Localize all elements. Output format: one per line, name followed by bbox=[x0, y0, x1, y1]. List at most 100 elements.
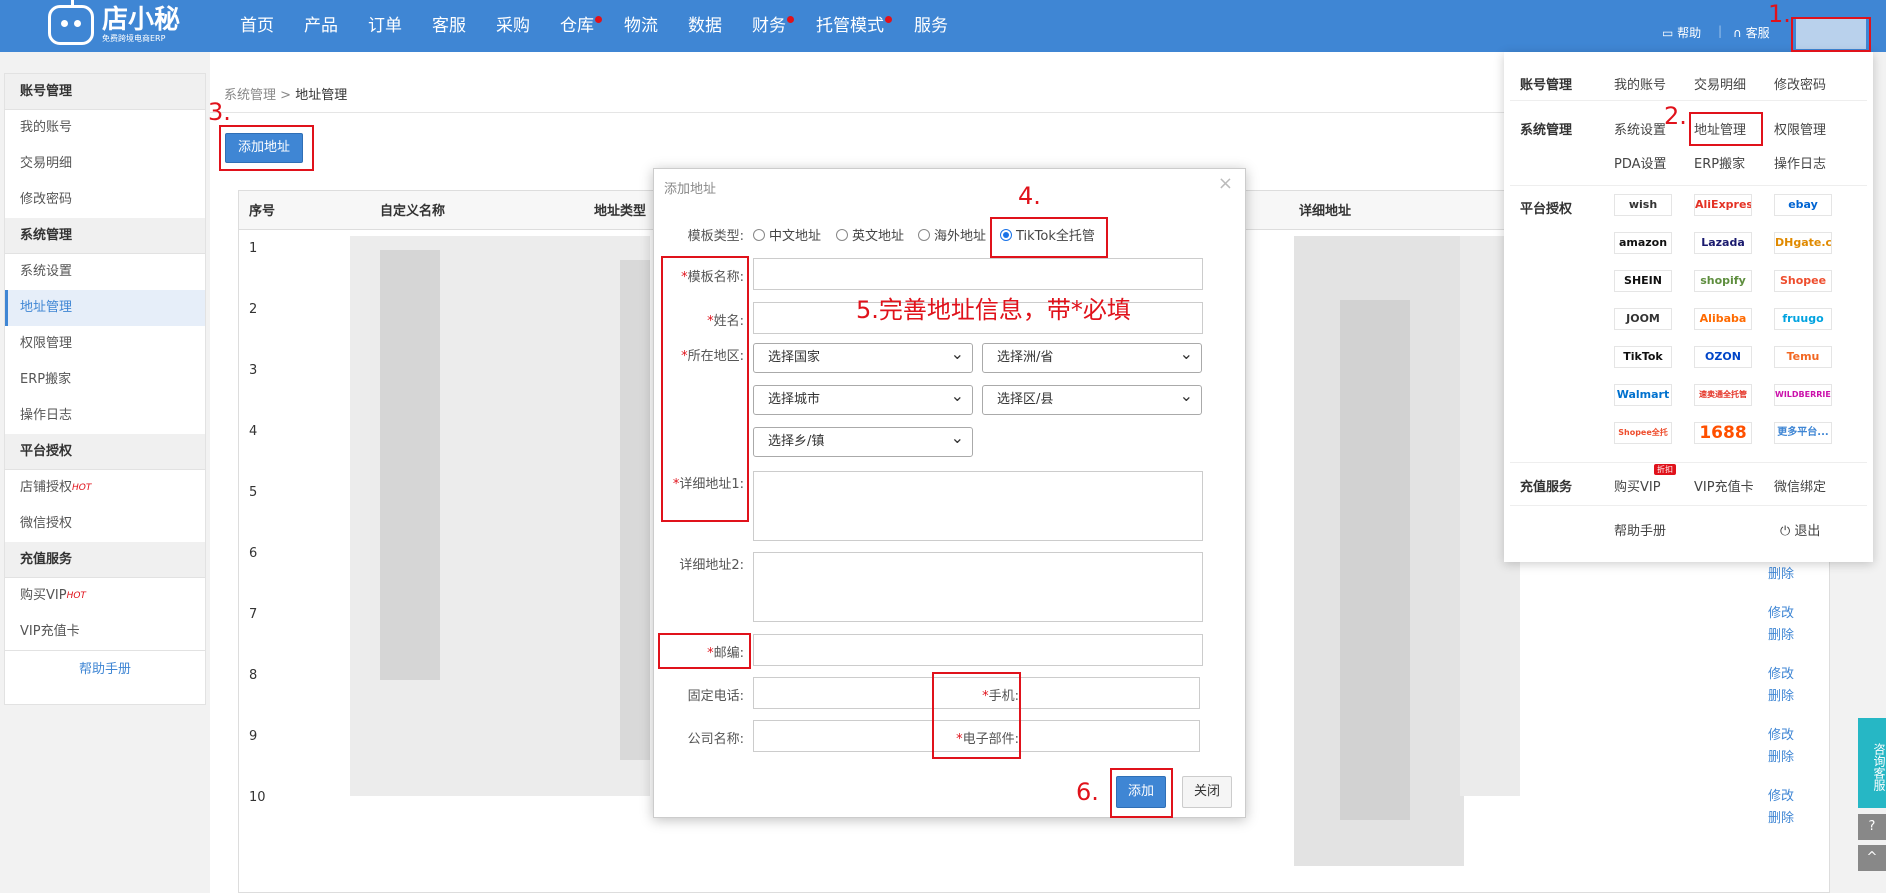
radio-english[interactable]: 英文地址 bbox=[836, 225, 904, 244]
sidebar-item-password[interactable]: 修改密码 bbox=[5, 182, 205, 218]
sidebar-item-wechat-auth[interactable]: 微信授权 bbox=[5, 506, 205, 542]
more-platforms[interactable]: 更多平台... bbox=[1774, 422, 1832, 444]
menu-vip-card[interactable]: VIP充值卡 bbox=[1694, 476, 1754, 495]
platform-shopee-managed[interactable]: Shopee全托管 bbox=[1614, 422, 1672, 444]
sidebar-item-erp-move[interactable]: ERP搬家 bbox=[5, 362, 205, 398]
platform-walmart[interactable]: Walmart bbox=[1614, 384, 1672, 406]
menu-wechat-bind[interactable]: 微信绑定 bbox=[1774, 476, 1826, 495]
sidebar-help-link[interactable]: 帮助手册 bbox=[5, 650, 205, 688]
help-icon[interactable]: ? bbox=[1858, 814, 1886, 840]
district-select[interactable]: 选择区/县 bbox=[982, 382, 1202, 415]
menu-pda[interactable]: PDA设置 bbox=[1614, 153, 1667, 172]
platform-amazon[interactable]: amazon bbox=[1614, 232, 1672, 254]
city-select[interactable]: 选择城市 bbox=[753, 382, 973, 415]
close-icon[interactable]: × bbox=[1218, 173, 1233, 194]
nav-warehouse[interactable]: 仓库 bbox=[560, 0, 602, 52]
menu-system-settings[interactable]: 系统设置 bbox=[1614, 119, 1666, 138]
platform-shopify[interactable]: shopify bbox=[1694, 270, 1752, 292]
zip-input[interactable] bbox=[753, 634, 1203, 666]
platform-aliexpress[interactable]: AliExpress bbox=[1694, 194, 1752, 216]
platform-joom[interactable]: JOOM bbox=[1614, 308, 1672, 330]
help-link[interactable]: ▭ 帮助 bbox=[1662, 24, 1701, 41]
nav-finance[interactable]: 财务 bbox=[752, 0, 794, 52]
radio-overseas[interactable]: 海外地址 bbox=[918, 225, 986, 244]
town-select[interactable]: 选择乡/镇 bbox=[753, 424, 973, 457]
menu-logs[interactable]: 操作日志 bbox=[1774, 153, 1826, 172]
platform-shopee[interactable]: Shopee bbox=[1774, 270, 1832, 292]
province-select[interactable]: 选择洲/省 bbox=[982, 340, 1202, 373]
nav-services[interactable]: 服务 bbox=[914, 0, 948, 52]
sidebar-item-system-settings[interactable]: 系统设置 bbox=[5, 254, 205, 290]
nav-customer-service[interactable]: 客服 bbox=[432, 0, 466, 52]
country-select[interactable]: 选择国家 bbox=[753, 340, 973, 373]
edit-link[interactable]: 修改 bbox=[1768, 786, 1794, 808]
nav-purchase[interactable]: 采购 bbox=[496, 0, 530, 52]
nav-managed-mode[interactable]: 托管模式 bbox=[816, 0, 892, 52]
delete-link[interactable]: 删除 bbox=[1768, 564, 1794, 586]
delete-link[interactable]: 删除 bbox=[1768, 625, 1794, 647]
annotation-box-3 bbox=[219, 125, 314, 171]
platform-wish[interactable]: wish bbox=[1614, 194, 1672, 216]
sidebar-item-my-account[interactable]: 我的账号 bbox=[5, 110, 205, 146]
platform-ebay[interactable]: ebay bbox=[1774, 194, 1832, 216]
sidebar-item-logs[interactable]: 操作日志 bbox=[5, 398, 205, 434]
close-button[interactable]: 关闭 bbox=[1182, 776, 1232, 808]
platform-alibaba[interactable]: Alibaba bbox=[1694, 308, 1752, 330]
edit-link[interactable]: 修改 bbox=[1768, 725, 1794, 747]
sidebar-item-address[interactable]: 地址管理 bbox=[5, 290, 205, 326]
sidebar-item-transactions[interactable]: 交易明细 bbox=[5, 146, 205, 182]
platform-fruugo[interactable]: fruugo bbox=[1774, 308, 1832, 330]
menu-password[interactable]: 修改密码 bbox=[1774, 74, 1826, 93]
service-link[interactable]: ∩ 客服 bbox=[1733, 24, 1770, 41]
platform-wildberries[interactable]: WILDBERRIES bbox=[1774, 384, 1832, 406]
sidebar-item-vip-card[interactable]: VIP充值卡 bbox=[5, 614, 205, 650]
sidebar-item-store-auth[interactable]: 店铺授权HOT bbox=[5, 470, 205, 506]
edit-link[interactable]: 修改 bbox=[1768, 603, 1794, 625]
nav-data[interactable]: 数据 bbox=[688, 0, 722, 52]
robot-icon bbox=[48, 0, 94, 45]
addr2-textarea[interactable] bbox=[753, 552, 1203, 622]
radio-icon bbox=[753, 228, 765, 241]
platform-ozon[interactable]: OZON bbox=[1694, 346, 1752, 368]
delete-link[interactable]: 删除 bbox=[1768, 808, 1794, 830]
platform-shein[interactable]: SHEIN bbox=[1614, 270, 1672, 292]
platform-aliexpress-managed[interactable]: 速卖通全托管 bbox=[1694, 384, 1752, 406]
menu-transactions[interactable]: 交易明细 bbox=[1694, 74, 1746, 93]
notification-dot bbox=[885, 16, 892, 23]
menu-erp-move[interactable]: ERP搬家 bbox=[1694, 153, 1745, 172]
sidebar-item-permissions[interactable]: 权限管理 bbox=[5, 326, 205, 362]
nav-logistics[interactable]: 物流 bbox=[624, 0, 658, 52]
blurred-content bbox=[380, 250, 440, 680]
platform-lazada[interactable]: Lazada bbox=[1694, 232, 1752, 254]
nav-home[interactable]: 首页 bbox=[240, 0, 274, 52]
menu-my-account[interactable]: 我的账号 bbox=[1614, 74, 1666, 93]
store-auth-label: 店铺授权 bbox=[20, 480, 73, 495]
divider: | bbox=[1718, 24, 1723, 38]
annotation-box-required bbox=[661, 256, 749, 522]
addr1-textarea[interactable] bbox=[753, 471, 1203, 541]
nav-product[interactable]: 产品 bbox=[304, 0, 338, 52]
menu-logout[interactable]: ⏻ 退出 bbox=[1780, 520, 1820, 539]
menu-help[interactable]: 帮助手册 bbox=[1614, 520, 1666, 539]
radio-chinese[interactable]: 中文地址 bbox=[753, 225, 821, 244]
platform-1688[interactable]: 1688 bbox=[1694, 422, 1752, 444]
template-name-input[interactable] bbox=[753, 258, 1203, 290]
consult-service-button[interactable]: 咨询客服 bbox=[1858, 718, 1886, 808]
platform-tiktok[interactable]: TikTok bbox=[1614, 346, 1672, 368]
sidebar-group-recharge: 充值服务 bbox=[5, 542, 205, 578]
back-to-top-icon[interactable]: ^ bbox=[1858, 845, 1886, 871]
edit-link[interactable]: 修改 bbox=[1768, 664, 1794, 686]
menu-permissions[interactable]: 权限管理 bbox=[1774, 119, 1826, 138]
tel-label: 固定电话: bbox=[687, 689, 744, 704]
radio-label: 海外地址 bbox=[934, 229, 987, 244]
menu-buy-vip[interactable]: 购买VIP bbox=[1614, 476, 1661, 495]
platform-temu[interactable]: Temu bbox=[1774, 346, 1832, 368]
nav-order[interactable]: 订单 bbox=[368, 0, 402, 52]
delete-link[interactable]: 删除 bbox=[1768, 686, 1794, 708]
brand-logo[interactable]: 店小秘 免费跨境电商ERP bbox=[48, 0, 180, 48]
platform-dhgate[interactable]: DHgate.com bbox=[1774, 232, 1832, 254]
table-row: 1 bbox=[249, 241, 258, 256]
delete-link[interactable]: 删除 bbox=[1768, 747, 1794, 769]
sidebar-item-buy-vip[interactable]: 购买VIPHOT bbox=[5, 578, 205, 614]
breadcrumb-parent[interactable]: 系统管理 bbox=[224, 88, 276, 103]
